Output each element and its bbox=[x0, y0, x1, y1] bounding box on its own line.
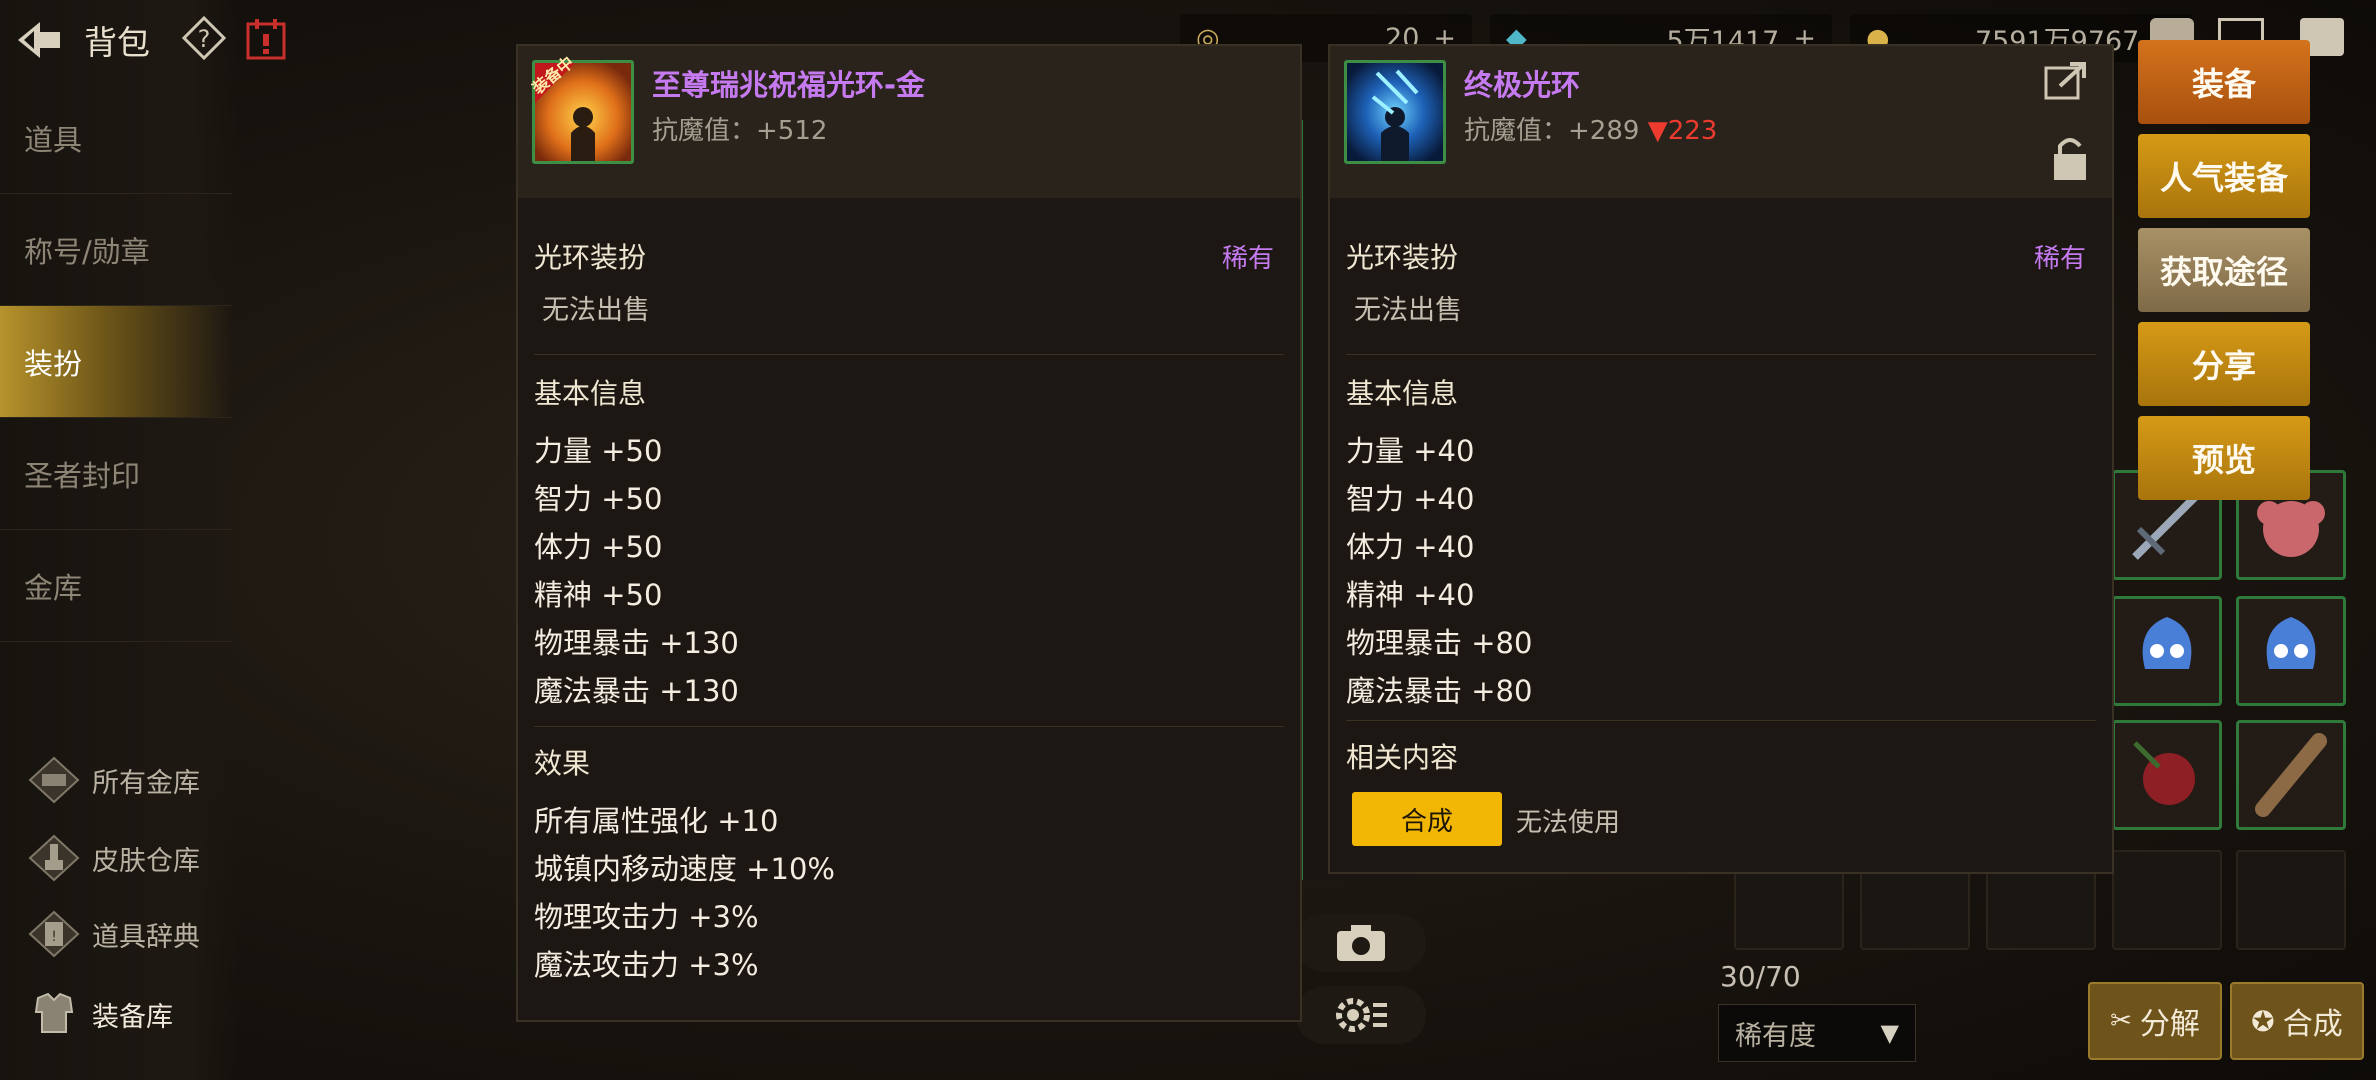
divider bbox=[534, 726, 1284, 727]
svg-text:!: ! bbox=[51, 929, 57, 945]
help-icon[interactable]: ? bbox=[182, 16, 226, 60]
item-icon-ultimate-aura bbox=[1344, 60, 1446, 164]
stat-line: 物理暴击 +80 bbox=[1346, 626, 1533, 660]
settings-button[interactable] bbox=[1296, 986, 1426, 1044]
link-skin-storage[interactable]: 皮肤仓库 bbox=[24, 830, 200, 886]
link-equipment-storage[interactable]: 装备库 bbox=[24, 986, 173, 1042]
share-out-icon[interactable] bbox=[2044, 60, 2088, 100]
basic-info-title: 基本信息 bbox=[534, 377, 647, 410]
panel-header bbox=[1330, 46, 2112, 198]
popular-equip-button[interactable]: 人气装备 bbox=[2138, 134, 2310, 218]
effect-line: 物理攻击力 +3% bbox=[534, 900, 759, 934]
divider bbox=[1346, 720, 2096, 721]
equip-button[interactable]: 装备 bbox=[2138, 40, 2310, 124]
stat-line: 智力 +40 bbox=[1346, 482, 1475, 516]
nav-item-props[interactable]: 道具 bbox=[0, 82, 232, 194]
preview-button[interactable]: 预览 bbox=[2138, 416, 2310, 500]
trade-status: 无法出售 bbox=[542, 295, 650, 326]
camera-icon bbox=[1337, 925, 1385, 961]
star-circle-icon: ✪ bbox=[2251, 1004, 2275, 1038]
lock-icon[interactable] bbox=[2050, 134, 2090, 182]
effect-title: 效果 bbox=[534, 747, 591, 780]
selected-item-panel: 终极光环 抗魔值：+289 ▼223 光环装扮 稀有 无法出售 基本信息 力量 … bbox=[1328, 44, 2114, 874]
inventory-slot[interactable] bbox=[2236, 850, 2346, 950]
item-thumb-rose[interactable] bbox=[2112, 720, 2222, 830]
synthesize-button[interactable]: ✪ 合成 bbox=[2230, 982, 2364, 1060]
equipped-item-panel: 装备中 至尊瑞兆祝福光环-金 抗魔值：+512 光环装扮 稀有 无法出售 基本信… bbox=[516, 44, 1302, 1022]
nav-item-titles[interactable]: 称号/勋章 bbox=[0, 194, 232, 306]
item-name: 至尊瑞兆祝福光环-金 bbox=[652, 68, 926, 102]
item-thumb-blue-spirit[interactable] bbox=[2236, 596, 2346, 706]
divider bbox=[534, 354, 1284, 355]
nav-item-vault[interactable]: 金库 bbox=[0, 530, 232, 642]
vault-icon bbox=[24, 752, 84, 808]
rarity-label: 稀有 bbox=[2033, 244, 2086, 274]
item-category: 光环装扮 bbox=[1346, 241, 1459, 274]
nav-item-costume[interactable]: 装扮 bbox=[0, 306, 232, 418]
page-title: 背包 bbox=[84, 23, 150, 62]
trade-status: 无法出售 bbox=[1354, 295, 1462, 326]
back-arrow-icon[interactable] bbox=[14, 18, 64, 62]
share-button[interactable]: 分享 bbox=[2138, 322, 2310, 406]
item-thumb-club[interactable] bbox=[2236, 720, 2346, 830]
effect-line: 所有属性强化 +10 bbox=[534, 804, 779, 838]
item-category: 光环装扮 bbox=[534, 241, 647, 274]
stat-line: 智力 +50 bbox=[534, 482, 663, 516]
inventory-count: 30/70 bbox=[1720, 960, 1801, 993]
stat-line: 体力 +40 bbox=[1346, 530, 1475, 564]
stat-line: 物理暴击 +130 bbox=[534, 626, 739, 660]
nav-item-seal[interactable]: 圣者封印 bbox=[0, 418, 232, 530]
stat-line: 魔法暴击 +80 bbox=[1346, 674, 1533, 708]
decompose-icon: ✂ bbox=[2110, 1006, 2132, 1036]
link-all-vaults[interactable]: 所有金库 bbox=[24, 752, 200, 808]
stat-line: 精神 +50 bbox=[534, 578, 663, 612]
book-icon: ! bbox=[24, 906, 84, 962]
brush-icon bbox=[24, 830, 84, 886]
rarity-label: 稀有 bbox=[1221, 244, 1274, 274]
effect-line: 城镇内移动速度 +10% bbox=[534, 852, 835, 886]
armor-icon bbox=[24, 986, 84, 1042]
item-resist: 抗魔值：+512 bbox=[652, 116, 828, 146]
calendar-icon[interactable] bbox=[246, 18, 286, 60]
sort-dropdown[interactable]: 稀有度 ▼ bbox=[1718, 1004, 1916, 1062]
dropdown-arrow-icon: ▼ bbox=[1880, 1019, 1899, 1047]
camera-button[interactable] bbox=[1296, 914, 1426, 972]
decompose-button[interactable]: ✂ 分解 bbox=[2088, 982, 2222, 1060]
stat-line: 力量 +50 bbox=[534, 434, 663, 468]
item-name: 终极光环 bbox=[1464, 68, 1581, 102]
related-title: 相关内容 bbox=[1346, 741, 1459, 774]
link-item-dictionary[interactable]: ! 道具辞典 bbox=[24, 906, 200, 962]
svg-text:?: ? bbox=[198, 25, 211, 53]
basic-info-title: 基本信息 bbox=[1346, 377, 1459, 410]
inventory-slot[interactable] bbox=[2112, 850, 2222, 950]
item-resist: 抗魔值：+289 ▼223 bbox=[1464, 116, 1718, 146]
divider bbox=[1346, 354, 2096, 355]
effect-line: 魔法攻击力 +3% bbox=[534, 948, 759, 982]
stat-line: 魔法暴击 +130 bbox=[534, 674, 739, 708]
gear-icon bbox=[1336, 998, 1387, 1032]
stat-line: 精神 +40 bbox=[1346, 578, 1475, 612]
usage-note: 无法使用 bbox=[1516, 808, 1621, 838]
item-thumb-blue-spirit[interactable] bbox=[2112, 596, 2222, 706]
obtain-route-button[interactable]: 获取途径 bbox=[2138, 228, 2310, 312]
stat-line: 体力 +50 bbox=[534, 530, 663, 564]
sidebar: 背包 ? 道具 称号/勋章 装扮 圣者封印 金库 所有金库 皮肤仓库 ! 道具辞… bbox=[0, 0, 286, 1080]
stat-diff: ▼223 bbox=[1647, 116, 1718, 146]
craft-button[interactable]: 合成 bbox=[1352, 792, 1502, 846]
stat-line: 力量 +40 bbox=[1346, 434, 1475, 468]
